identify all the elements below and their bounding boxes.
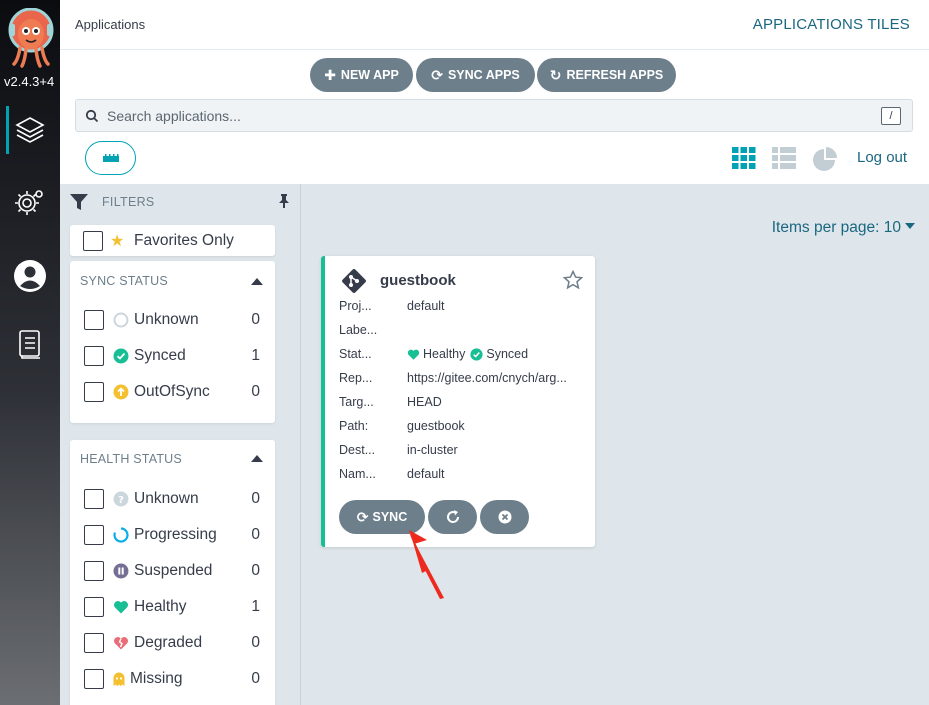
collapse-caret-icon[interactable] [251,278,263,285]
pie-chart-view-icon[interactable] [812,147,838,171]
checkbox[interactable] [84,633,104,653]
app-repo-row: Rep... https://gitee.com/cnych/arg... [339,371,567,385]
app-labels-row: Labe... [339,323,378,337]
checkbox[interactable] [84,525,104,545]
health-status-filter: HEALTH STATUS ? Unknown 0 Progressing 0 … [70,440,275,705]
filter-row-health-degraded[interactable]: Degraded 0 [70,628,275,658]
argo-logo [8,8,54,68]
pause-circle-icon [113,563,129,579]
search-shortcut-key: / [881,107,901,125]
filter-row-sync-synced[interactable]: Synced 1 [70,341,275,371]
layers-icon [15,117,45,143]
app-project-row: Proj... default [339,299,445,313]
filters-sidebar: FILTERS ★ Favorites Only SYNC STATUS Unk… [60,184,301,705]
health-status-text: Healthy [423,347,466,361]
favorites-label: Favorites Only [134,232,234,249]
circle-outline-icon [113,312,129,328]
refresh-icon: ↻ [549,66,562,83]
svg-text:?: ? [118,495,124,506]
refresh-apps-button[interactable]: ↻ REFRESH APPS [537,58,676,92]
nav-documentation[interactable] [0,318,60,370]
nav-settings[interactable] [0,176,60,228]
check-circle-icon [470,347,483,361]
checkbox[interactable] [84,669,104,689]
annotation-arrow-icon [408,530,444,599]
filter-row-health-missing[interactable]: Missing 0 [70,664,275,694]
sync-status-text: Synced [486,347,529,361]
sync-status-filter: SYNC STATUS Unknown 0 Synced 1 OutOfSync… [70,261,275,423]
broken-heart-icon [114,637,128,650]
filter-row-health-unknown[interactable]: ? Unknown 0 [70,484,275,514]
page-title: Applications [75,17,146,32]
left-nav: v2.4.3+4 [0,0,60,705]
filter-row-health-suspended[interactable]: Suspended 0 [70,556,275,586]
nav-user-info[interactable] [0,250,60,302]
git-icon [342,269,366,293]
version-label: v2.4.3+4 [4,74,55,89]
new-app-button[interactable]: ✚ NEW APP [310,58,413,92]
items-per-page-dropdown[interactable]: Items per page: 10 [772,219,915,237]
app-name: guestbook [380,272,456,289]
ghost-icon [113,672,125,686]
star-filled-icon: ★ [110,233,125,250]
favorites-filter-pill[interactable] [85,141,136,175]
app-status-row: Stat... Healthy Synced [339,347,529,361]
heart-icon [114,601,128,614]
collapse-caret-icon[interactable] [251,455,263,462]
question-circle-icon: ? [113,491,129,507]
pin-icon[interactable] [278,194,290,208]
progress-ring-icon [113,527,129,543]
checkbox[interactable] [84,346,104,366]
refresh-icon [446,510,459,523]
toolbar: ✚ NEW APP ⟳ SYNC APPS ↻ REFRESH APPS / [60,50,929,184]
user-icon [14,260,46,292]
view-title: APPLICATIONS TILES [752,16,910,33]
close-circle-icon [498,510,511,524]
health-status-title: HEALTH STATUS [80,452,182,466]
app-destination-row: Dest... in-cluster [339,443,458,457]
favorites-only-filter[interactable]: ★ Favorites Only [70,225,275,256]
search-box[interactable]: / [75,99,913,132]
list-view-icon[interactable] [772,147,796,169]
filter-row-sync-outofsync[interactable]: OutOfSync 0 [70,377,275,407]
heart-icon [407,349,420,360]
checkbox[interactable] [84,561,104,581]
app-path-row: Path: guestbook [339,419,465,433]
checkbox[interactable] [84,310,104,330]
app-namespace-row: Nam... default [339,467,445,481]
applications-tiles-area: Items per page: 10 guestbook Proj... def… [302,184,929,705]
checkbox[interactable] [84,489,104,509]
nav-applications[interactable] [0,104,60,156]
search-icon [85,109,99,123]
ruler-icon [102,154,119,162]
sync-icon: ⟳ [356,508,369,525]
checkbox[interactable] [84,382,104,402]
plus-icon: ✚ [324,66,336,83]
application-tile[interactable]: guestbook Proj... default Labe... Stat..… [321,256,595,547]
favorites-checkbox[interactable] [83,231,103,251]
search-input[interactable] [107,100,867,131]
sync-apps-button[interactable]: ⟳ SYNC APPS [416,58,535,92]
gear-icon [15,190,43,215]
filters-header: FILTERS [70,194,290,214]
sync-status-title: SYNC STATUS [80,274,168,288]
app-target-row: Targ... HEAD [339,395,442,409]
filter-row-sync-unknown[interactable]: Unknown 0 [70,305,275,335]
top-header: Applications APPLICATIONS TILES [60,0,929,50]
delete-button[interactable] [480,500,529,534]
star-outline-icon[interactable] [563,270,583,290]
filter-icon [70,194,88,210]
checkbox[interactable] [84,597,104,617]
sync-icon: ⟳ [431,66,443,83]
filter-row-health-healthy[interactable]: Healthy 1 [70,592,275,622]
check-circle-icon [113,348,129,364]
tiles-view-icon[interactable] [732,147,756,169]
docs-icon [19,330,40,359]
logout-link[interactable]: Log out [857,149,907,166]
arrow-up-circle-icon [113,384,129,400]
filter-row-health-progressing[interactable]: Progressing 0 [70,520,275,550]
caret-down-icon [905,223,915,229]
